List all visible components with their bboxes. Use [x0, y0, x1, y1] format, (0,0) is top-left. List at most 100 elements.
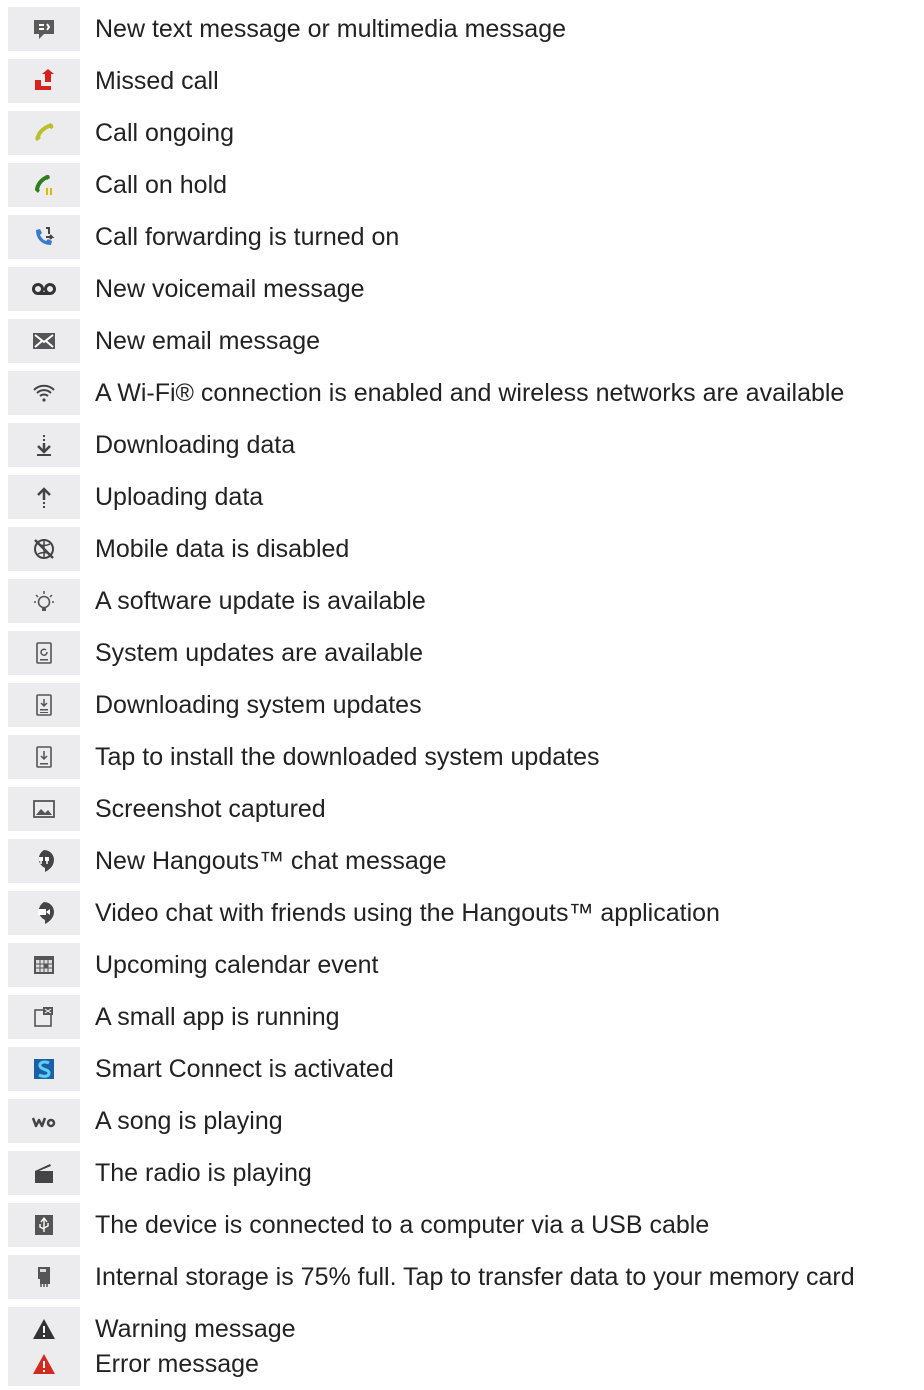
item-label: The radio is playing: [95, 1159, 312, 1187]
item-label: A Wi-Fi® connection is enabled and wirel…: [95, 379, 845, 407]
list-item: Upcoming calendar event: [0, 939, 924, 991]
item-label: A song is playing: [95, 1107, 283, 1135]
list-item: Mobile data is disabled: [0, 523, 924, 575]
icon-cell: [8, 1203, 80, 1247]
icon-cell: [8, 59, 80, 103]
item-label: Call forwarding is turned on: [95, 223, 400, 251]
item-label: Call ongoing: [95, 119, 234, 147]
icon-cell: [8, 995, 80, 1039]
icon-cell: [8, 891, 80, 935]
icon-cell: [8, 1255, 80, 1299]
item-label: Downloading data: [95, 431, 296, 459]
icon-cell: [8, 1342, 80, 1386]
list-item: System updates are available: [0, 627, 924, 679]
list-item: Downloading data: [0, 419, 924, 471]
walkman-icon: [31, 1117, 56, 1128]
list-item: New Hangouts™ chat message: [0, 835, 924, 887]
icon-cell: [8, 267, 80, 311]
icon-cell: [8, 319, 80, 363]
icon-cell: [8, 943, 80, 987]
list-item: Video chat with friends using the Hangou…: [0, 887, 924, 939]
usb-icon: [35, 1215, 53, 1235]
icon-cell: [8, 839, 80, 883]
list-item: Internal storage is 75% full. Tap to tra…: [0, 1251, 924, 1303]
item-label: Mobile data is disabled: [95, 535, 350, 563]
list-item: Screenshot captured: [0, 783, 924, 835]
status-icon-list: New text message or multimedia message M…: [0, 0, 924, 1390]
call-on-hold-icon: [35, 175, 52, 195]
item-label: System updates are available: [95, 639, 423, 667]
call-forwarding-icon: [36, 227, 55, 245]
item-label: Uploading data: [95, 483, 264, 511]
screenshot-icon: [33, 800, 55, 818]
icon-cell: [8, 527, 80, 571]
list-item: Missed call: [0, 55, 924, 107]
list-item: New text message or multimedia message: [0, 3, 924, 55]
calendar-icon: [34, 956, 54, 974]
list-item: The radio is playing: [0, 1147, 924, 1199]
item-label: New text message or multimedia message: [95, 15, 567, 43]
software-update-icon: [34, 591, 54, 611]
list-item: A Wi-Fi® connection is enabled and wirel…: [0, 367, 924, 419]
item-label: Upcoming calendar event: [95, 951, 379, 979]
error-icon: [33, 1354, 55, 1374]
mobile-data-disabled-icon: [34, 539, 54, 559]
hangouts-video-icon: [38, 902, 54, 924]
item-label: The device is connected to a computer vi…: [95, 1211, 710, 1239]
list-item: The device is connected to a computer vi…: [0, 1199, 924, 1251]
item-label: Downloading system updates: [95, 691, 422, 719]
list-item: Call on hold: [0, 159, 924, 211]
message-icon: [34, 20, 54, 39]
item-label: Internal storage is 75% full. Tap to tra…: [95, 1263, 855, 1291]
item-label: Smart Connect is activated: [95, 1055, 394, 1083]
smart-connect-icon: [34, 1059, 54, 1079]
downloading-system-update-icon: [36, 694, 52, 716]
install-update-icon: [36, 746, 52, 768]
item-label: New email message: [95, 327, 321, 355]
list-item: Call ongoing: [0, 107, 924, 159]
icon-cell: [8, 1151, 80, 1195]
item-label: Error message: [95, 1350, 259, 1378]
icon-cell: [8, 163, 80, 207]
item-label: A software update is available: [95, 587, 426, 615]
item-label: Video chat with friends using the Hangou…: [95, 899, 720, 927]
voicemail-icon: [32, 283, 56, 295]
list-item: New voicemail message: [0, 263, 924, 315]
icon-cell: [8, 371, 80, 415]
item-label: New voicemail message: [95, 275, 365, 303]
icon-cell: [8, 735, 80, 779]
icon-cell: [8, 423, 80, 467]
list-item: Call forwarding is turned on: [0, 211, 924, 263]
item-label: Call on hold: [95, 171, 228, 199]
icon-cell: [8, 683, 80, 727]
item-label: Screenshot captured: [95, 795, 326, 823]
icon-cell: [8, 579, 80, 623]
icon-cell: [8, 631, 80, 675]
icon-cell: [8, 475, 80, 519]
icon-cell: [8, 7, 80, 51]
download-icon: [37, 435, 51, 456]
list-item: A software update is available: [0, 575, 924, 627]
radio-icon: [35, 1164, 53, 1183]
upload-icon: [37, 487, 51, 508]
email-icon: [33, 333, 55, 349]
list-item: Downloading system updates: [0, 679, 924, 731]
item-label: Tap to install the downloaded system upd…: [95, 743, 600, 771]
list-item: Error message: [0, 1338, 924, 1390]
icon-cell: [8, 787, 80, 831]
list-item: A song is playing: [0, 1095, 924, 1147]
call-ongoing-icon: [35, 123, 54, 141]
icon-cell: [8, 1099, 80, 1143]
wifi-icon: [33, 384, 55, 402]
list-item: Smart Connect is activated: [0, 1043, 924, 1095]
icon-cell: [8, 111, 80, 155]
item-label: Missed call: [95, 67, 219, 95]
list-item: A small app is running: [0, 991, 924, 1043]
icon-cell: [8, 215, 80, 259]
missed-call-icon: [35, 69, 54, 90]
hangouts-chat-icon: [38, 850, 54, 872]
storage-icon: [38, 1267, 50, 1287]
system-update-icon: [36, 642, 52, 664]
item-label: A small app is running: [95, 1003, 340, 1031]
list-item: Uploading data: [0, 471, 924, 523]
